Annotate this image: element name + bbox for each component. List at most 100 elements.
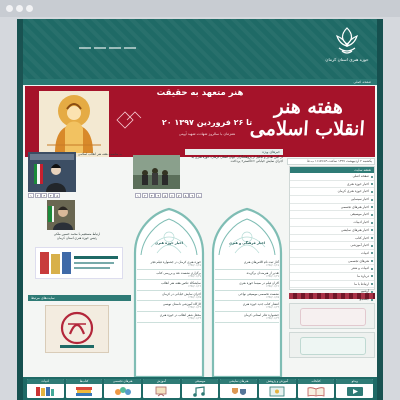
arch-a-item[interactable]: کارگاه آموزشی داستان نویسی ۱۳۹۷/۰۱/۲۴	[137, 301, 201, 312]
featured-news-text[interactable]: در آئین تقدیر و تجلیل از پژوهشگران جوان …	[183, 155, 283, 195]
footer-tile[interactable]: کتاب‌ها	[65, 379, 103, 398]
footer-tile[interactable]: ویدئو	[336, 379, 374, 398]
news-pager-item[interactable]: ۷	[175, 193, 182, 198]
hero-banner[interactable]: هنر متعهد به حقیقت هفته هنر انقلاب اسلام…	[25, 86, 375, 157]
footer-tile-label: آموزش	[143, 379, 180, 384]
side-banner-2-art	[300, 337, 366, 355]
window-dot-2[interactable]	[16, 5, 23, 12]
sitemap-item[interactable]: ارتباط با ما	[290, 281, 374, 289]
book-stack-icon	[76, 387, 92, 396]
pager-item[interactable]: ۵	[54, 193, 61, 198]
sitemap-item[interactable]: اخبار هنرهای تجسمی	[290, 204, 374, 212]
manager-caption-line-2: رئیس حوزه هنری استان کرمان	[56, 236, 98, 241]
news-pager-item[interactable]: ۱۰	[196, 193, 203, 198]
news-pager-item[interactable]: ۱	[135, 193, 141, 198]
manager-photo[interactable]	[47, 200, 75, 230]
pager-item[interactable]: ۲	[34, 193, 41, 198]
music-icon	[193, 386, 205, 397]
sitemap-item[interactable]: اخبار سینمایی	[290, 196, 374, 204]
site-content: حوزه هنری استان کرمان صفحه اصلی هنر متعه…	[23, 19, 377, 400]
main-navbar: صفحه اصلی	[23, 79, 377, 85]
sitemap-item[interactable]: اخبار موسیقی	[290, 211, 374, 220]
footer-tile[interactable]: هنرهای تجسمی	[104, 379, 142, 398]
books-banner-icon	[40, 252, 118, 274]
nav-home-link[interactable]: صفحه اصلی	[354, 79, 371, 85]
books-icon	[36, 387, 55, 396]
news-pager-item[interactable]: ۳	[148, 193, 155, 198]
footer-tile[interactable]: ادبیات	[27, 379, 64, 398]
logo-emblem-icon	[336, 27, 358, 54]
arch-a-item-title: برگزاری نشست نقد و بررسی کتاب	[156, 270, 201, 275]
books-banner[interactable]	[35, 247, 123, 279]
arch-b-item[interactable]: انتشار کتاب جدید حوزه هنری ۱۳۹۷/۰۱/۲۴	[215, 301, 279, 312]
window-dot-1[interactable]	[6, 5, 13, 12]
arch-b-item[interactable]: تقدیر از هنرمندان برگزیده ۱۳۹۷/۰۱/۲۷	[215, 270, 279, 281]
news-pager-item[interactable]: ۹	[189, 193, 196, 198]
news-pager-item[interactable]: ۸	[182, 193, 189, 198]
news-pager-item[interactable]: ۴	[155, 193, 162, 198]
sitemap-item[interactable]: صفحه اصلی	[290, 173, 374, 181]
sitemap-item[interactable]: هنرهای تجسمی	[290, 258, 374, 266]
arch-a-item[interactable]: حوزه هنری کرمان در جشنواره فیلم فجر ۱۳۹۷/…	[137, 259, 201, 270]
arch-a-item[interactable]: اجرای نمایش خیابانی در کرمان ۱۳۹۷/۰۱/۲۵	[137, 291, 201, 302]
top-link[interactable]	[94, 47, 106, 49]
footer-tile[interactable]: موسیقی	[181, 379, 219, 398]
sitemap-item[interactable]: اخبار آموزشی	[290, 242, 374, 250]
news-pager-item[interactable]: ۵	[162, 193, 169, 198]
arch-b-item[interactable]: جشنواره تئاتر استانی کرمان ۱۳۹۷/۰۱/۲۳	[215, 312, 279, 323]
footer-tile[interactable]: کتابخانه	[297, 379, 335, 398]
arch-b-item-title: تقدیر از هنرمندان برگزیده	[246, 270, 279, 275]
arch-a-item-date: ۱۳۹۷/۰۱/۲۶	[188, 285, 201, 289]
window-titlebar	[0, 0, 400, 17]
arch-a-item[interactable]: نمایشگاه عکس هفته هنر انقلاب ۱۳۹۷/۰۱/۲۶	[137, 280, 201, 291]
side-banner-2[interactable]	[289, 332, 375, 358]
ad-strip[interactable]	[289, 293, 375, 299]
certificate-icon	[269, 386, 285, 397]
sitemap-item[interactable]: درباره ما	[290, 273, 374, 281]
sitemap-item[interactable]: اخبار ادبیات	[290, 219, 374, 227]
featured-news-photo[interactable]	[133, 155, 180, 189]
leader-text: به مناسبت هفته هنر انقلاب اسلامی	[78, 152, 122, 156]
sitemap-item[interactable]: اخبار حوزه هنری	[290, 181, 374, 189]
footer-tile[interactable]: آموزش	[143, 379, 180, 398]
leader-photo-icon	[28, 152, 76, 192]
arch-b-item[interactable]: نشست تخصصی موسیقی نواحی ۱۳۹۷/۰۱/۲۵	[215, 291, 279, 302]
footer-tile-label: هنرهای نمایشی	[220, 379, 258, 384]
paint-icon	[114, 387, 131, 395]
arch-b-item-date: ۱۳۹۷/۰۱/۲۵	[266, 295, 279, 299]
news-pager-item[interactable]: ۶	[168, 193, 175, 198]
news-arch-a: اخبار حوزه هنری حوزه هنری کرمان در جشنوا…	[131, 207, 207, 377]
featured-news-photo-icon	[133, 155, 180, 189]
arch-b-item-date: ۱۳۹۷/۰۱/۲۳	[266, 317, 279, 321]
sitemap-item[interactable]: ادبیات و شعر	[290, 265, 374, 273]
window-dot-3[interactable]	[26, 5, 33, 12]
side-banner-1[interactable]	[289, 303, 375, 329]
arch-a-item[interactable]: برگزاری نشست نقد و بررسی کتاب ۱۳۹۷/۰۱/۲۷	[137, 270, 201, 281]
top-link[interactable]	[79, 47, 91, 49]
footer-tile[interactable]: آموزش و پژوهش	[259, 379, 296, 398]
arch-b-item[interactable]: اکران فیلم در سینما حوزه هنری ۱۳۹۷/۰۱/۲۶	[215, 280, 279, 291]
browser-frame: حوزه هنری استان کرمان صفحه اصلی هنر متعه…	[0, 0, 400, 400]
pager-item[interactable]: ۳	[41, 193, 48, 198]
footer-tile-label: ادبیات	[27, 379, 64, 384]
sitemap-item[interactable]: ادبیات	[290, 250, 374, 258]
top-link[interactable]	[124, 47, 136, 49]
arch-a-item-date: ۱۳۹۷/۰۱/۲۸	[188, 264, 201, 268]
banner-figure-icon	[39, 91, 109, 157]
arch-b-item[interactable]: آغاز ثبت نام کلاس‌های هنری ۱۳۹۷/۰۱/۲۸	[215, 259, 279, 270]
site-logo[interactable]: حوزه هنری استان کرمان	[321, 26, 373, 70]
pager-item[interactable]: ۱	[28, 193, 34, 198]
footer-tile[interactable]: هنرهای نمایشی	[220, 379, 258, 398]
sitemap-item[interactable]: اخبار هنرهای نمایشی	[290, 227, 374, 235]
top-link[interactable]	[109, 47, 121, 49]
related-sites-poster[interactable]	[45, 305, 109, 353]
page-background: حوزه هنری استان کرمان صفحه اصلی هنر متعه…	[17, 19, 383, 400]
sitemap-item[interactable]: اخبار کتاب	[290, 235, 374, 243]
pager-item[interactable]: ۴	[47, 193, 54, 198]
news-pager-item[interactable]: ۲	[141, 193, 148, 198]
leader-photo[interactable]	[28, 152, 76, 192]
arch-a-item[interactable]: محفل شعر انقلاب در حوزه هنری ۱۳۹۷/۰۱/۲۳	[137, 312, 201, 323]
sitemap-item[interactable]: اخبار حوزه هنری کرمان	[290, 188, 374, 197]
banner-title-line-1: هفته هنر	[273, 96, 344, 118]
banner-ornament-icon	[116, 111, 142, 129]
